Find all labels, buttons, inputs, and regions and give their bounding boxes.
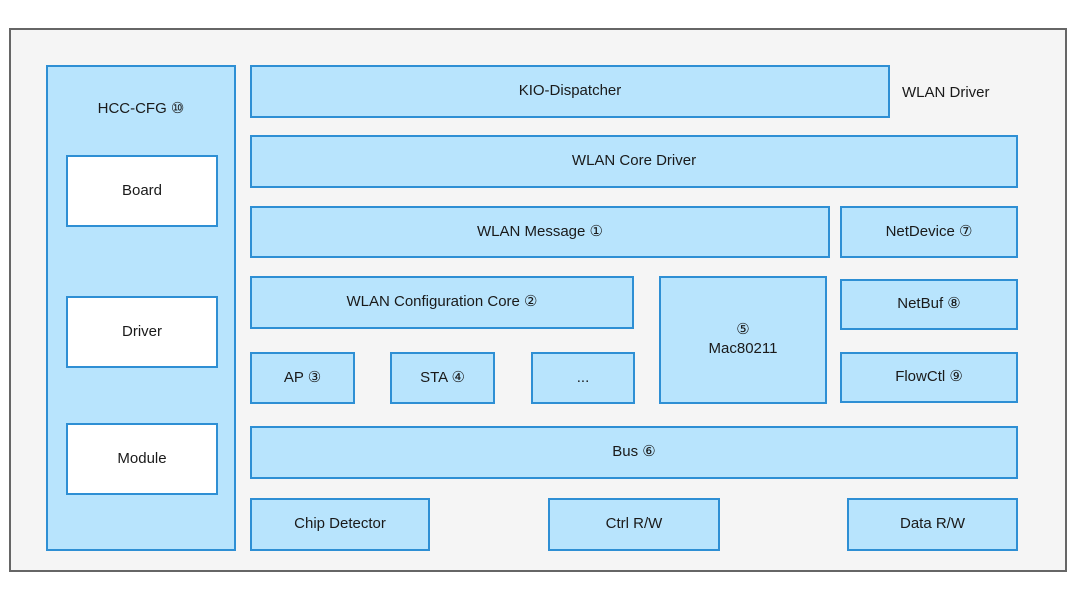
wlan-message-box[interactable]: WLAN Message ①	[250, 206, 830, 258]
flowctl-box[interactable]: FlowCtl ⑨	[840, 352, 1018, 403]
ctrl-rw-box[interactable]: Ctrl R/W	[548, 498, 720, 551]
netbuf-box[interactable]: NetBuf ⑧	[840, 279, 1018, 330]
sta-box[interactable]: STA ④	[390, 352, 495, 404]
hcc-cfg-panel-title: HCC-CFG ⑩	[97, 100, 185, 117]
wlan-driver-label: WLAN Driver	[902, 83, 990, 101]
chip-detector-box[interactable]: Chip Detector	[250, 498, 430, 551]
hcc-item-module[interactable]: Module	[66, 423, 218, 495]
hcc-item-board[interactable]: Board	[66, 155, 218, 227]
bus-box[interactable]: Bus ⑥	[250, 426, 1018, 479]
netdevice-box[interactable]: NetDevice ⑦	[840, 206, 1018, 258]
more-modes-box[interactable]: ...	[531, 352, 635, 404]
hcc-item-driver[interactable]: Driver	[66, 296, 218, 368]
diagram-canvas: HCC-CFG ⑩ Board Driver Module KIO-Dispat…	[0, 0, 1088, 612]
wlan-core-driver-box[interactable]: WLAN Core Driver	[250, 135, 1018, 188]
ap-box[interactable]: AP ③	[250, 352, 355, 404]
data-rw-box[interactable]: Data R/W	[847, 498, 1018, 551]
mac80211-box[interactable]: ⑤ Mac80211	[659, 276, 827, 404]
wlan-configuration-core-box[interactable]: WLAN Configuration Core ②	[250, 276, 634, 329]
kio-dispatcher-box[interactable]: KIO-Dispatcher	[250, 65, 890, 118]
